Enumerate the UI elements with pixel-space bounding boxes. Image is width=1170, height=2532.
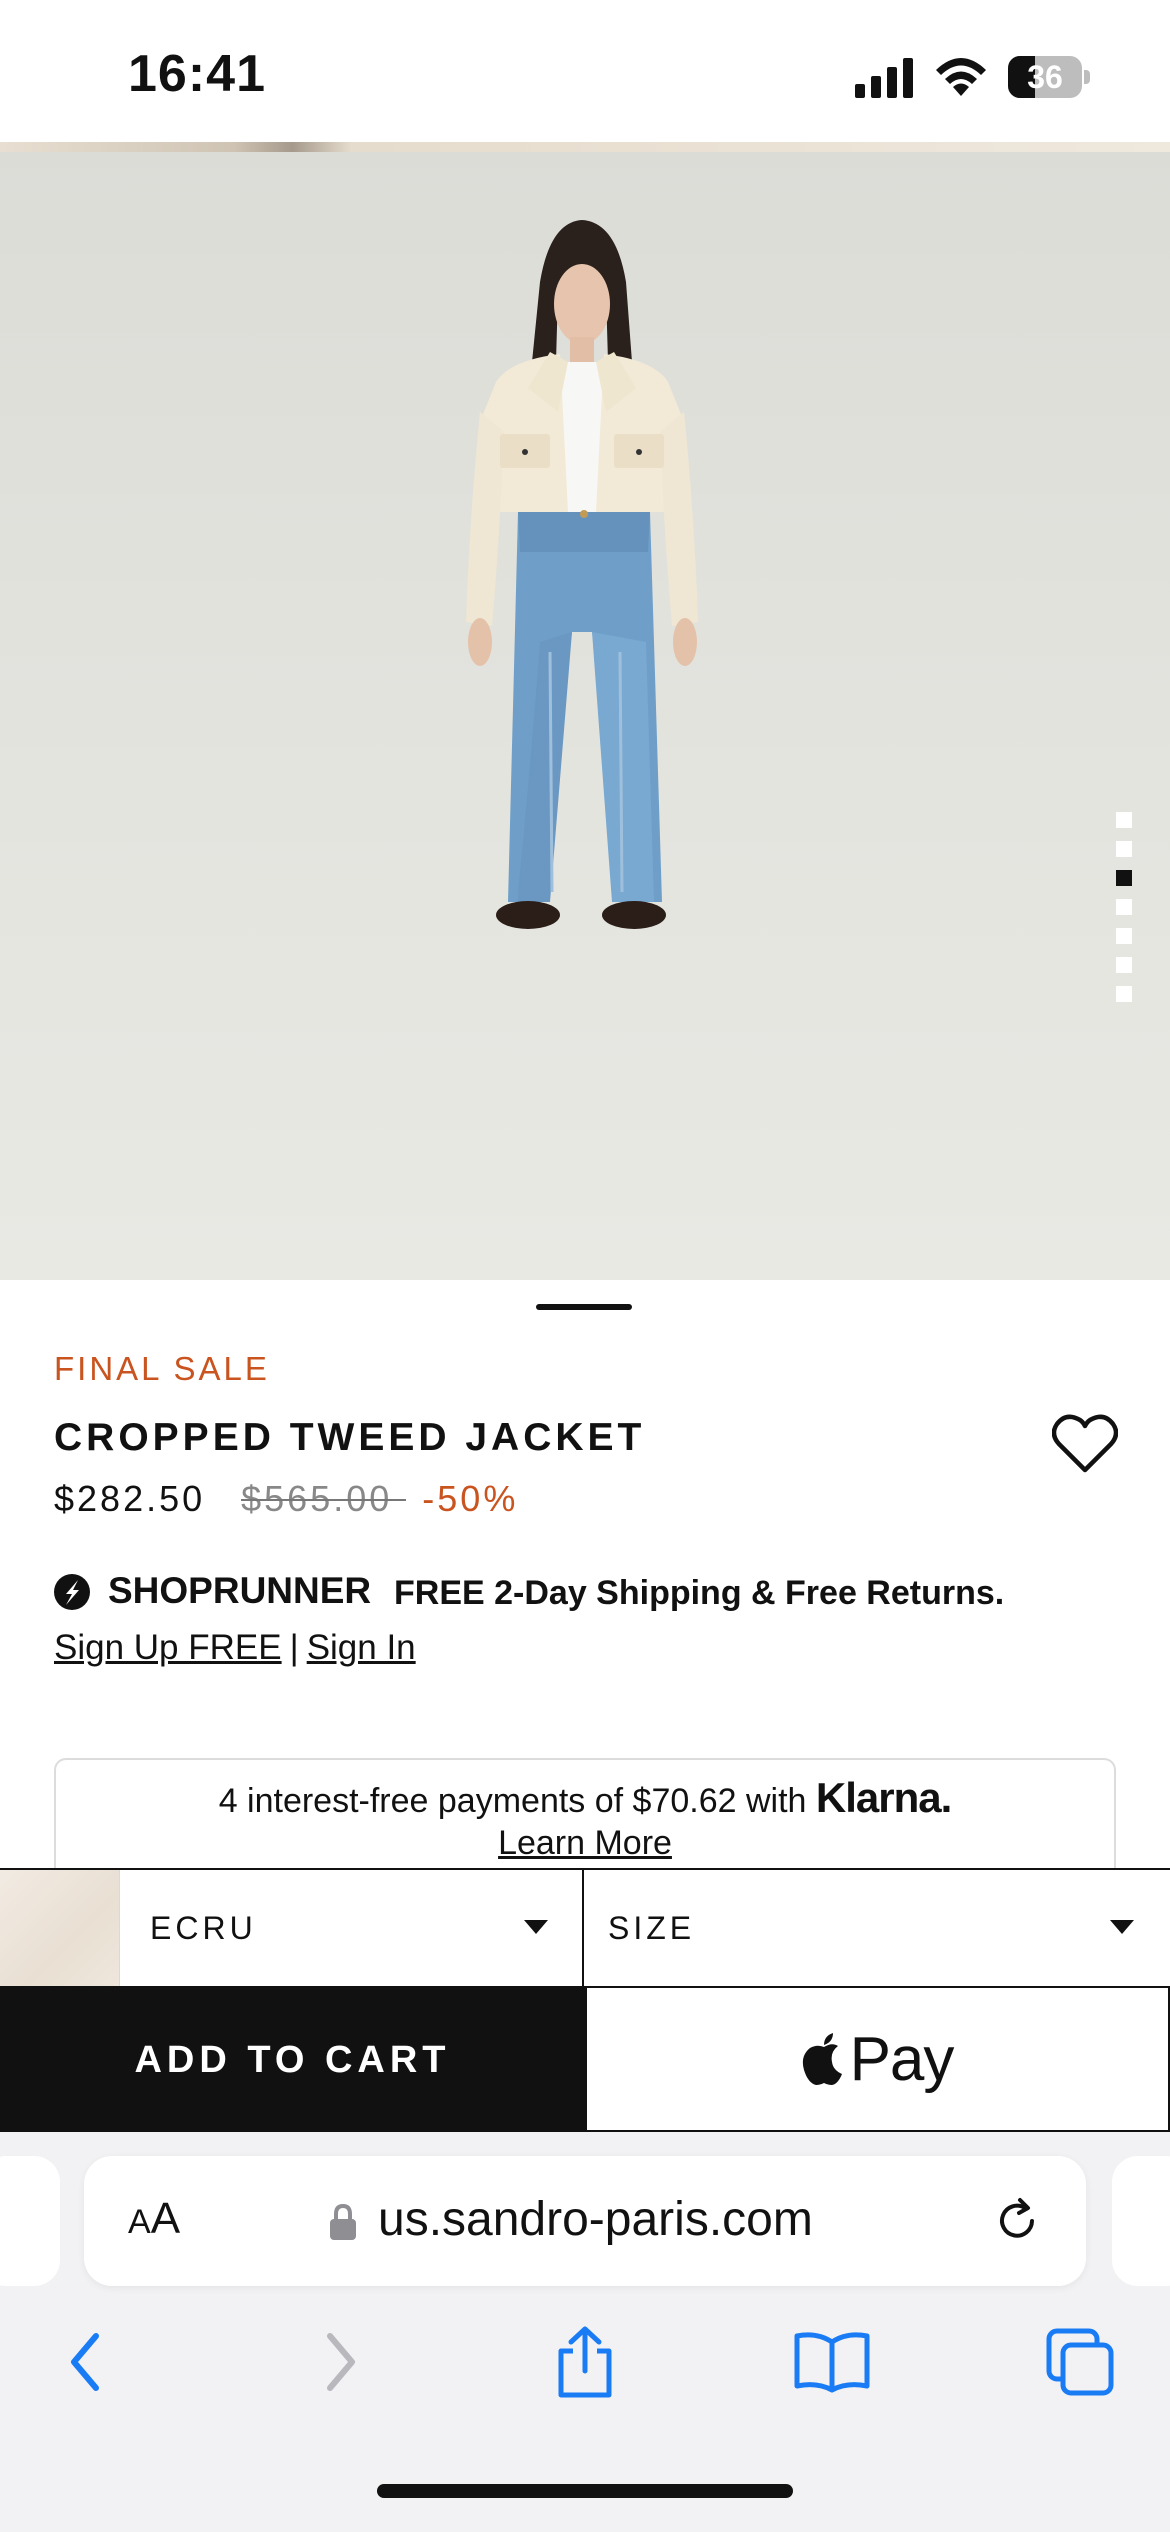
browser-chrome: AA us.sandro-paris.com [0,2132,1170,2532]
status-bar: 16:41 36 [0,0,1170,142]
lock-icon [330,2203,356,2240]
battery-icon: 36 [1008,56,1090,98]
price-row: $282.50 $565.00 -50% [54,1478,518,1524]
back-button[interactable] [46,2322,126,2402]
size-value: SIZE [608,1910,696,1946]
reload-icon[interactable] [992,2196,1042,2246]
model-photo [466,220,698,929]
gallery-dot[interactable] [1116,957,1132,973]
sale-price: $282.50 [54,1478,206,1519]
klarna-learn-more-link[interactable]: Learn More [56,1824,1114,1863]
address-bar[interactable]: AA us.sandro-paris.com [84,2156,1086,2286]
product-image[interactable] [0,142,1170,1280]
color-swatch [0,1870,120,1986]
share-button[interactable] [545,2322,625,2402]
next-tab-edge[interactable] [1112,2156,1170,2286]
color-dropdown[interactable]: ECRU [0,1870,584,1986]
signal-icon [855,58,913,98]
klarna-message: 4 interest-free payments of $70.62 with … [56,1774,1114,1822]
wifi-icon [936,58,986,96]
link-separator: | [289,1628,299,1667]
klarna-logo: Klarna. [815,1774,952,1821]
url-text: us.sandro-paris.com [378,2193,813,2246]
reader-settings-button[interactable]: AA [128,2194,180,2244]
gallery-dot[interactable] [1116,812,1132,828]
chevron-down-icon [1110,1920,1134,1934]
final-sale-label: FINAL SALE [54,1350,270,1387]
tabs-icon [1046,2328,1114,2396]
tabs-button[interactable] [1040,2322,1120,2402]
gallery-dot[interactable] [1116,870,1132,886]
status-time: 16:41 [128,45,266,103]
color-value: ECRU [150,1910,257,1946]
back-icon [71,2333,99,2391]
chevron-down-icon [524,1920,548,1934]
gallery-dot[interactable] [1116,928,1132,944]
previous-image-edge [0,142,1170,152]
previous-tab-edge[interactable] [0,2156,60,2286]
discount-badge: -50% [422,1478,519,1519]
apple-pay-label: Pay [849,2024,955,2094]
klarna-banner: 4 interest-free payments of $70.62 with … [54,1758,1116,1868]
add-to-cart-button[interactable]: ADD TO CART [0,1988,585,2132]
sign-up-link[interactable]: Sign Up FREE [54,1628,282,1667]
heart-icon[interactable] [1052,1412,1118,1474]
apple-logo-icon [802,2033,842,2085]
shoprunner-links: Sign Up FREE | Sign In [54,1628,416,1668]
forward-button[interactable] [300,2322,380,2402]
klarna-text: 4 interest-free payments of $70.62 with [218,1782,807,1820]
shoprunner-logo-icon [54,1574,90,1610]
apple-pay-button[interactable]: Pay [585,1988,1170,2132]
battery-level: 36 [1027,59,1063,95]
bookmarks-button[interactable] [792,2322,872,2402]
original-price: $565.00 [241,1478,393,1519]
home-indicator[interactable] [377,2484,793,2498]
gallery-dot[interactable] [1116,986,1132,1002]
shoprunner-brand: SHOPRUNNER [108,1570,372,1611]
image-pagination[interactable] [1116,812,1132,1012]
forward-icon [327,2333,355,2391]
shoprunner-offer: FREE 2-Day Shipping & Free Returns. [394,1574,1005,1612]
gallery-dot[interactable] [1116,841,1132,857]
size-dropdown[interactable]: SIZE [586,1870,1170,1986]
sheet-handle[interactable] [536,1304,632,1310]
gallery-dot[interactable] [1116,899,1132,915]
sign-in-link[interactable]: Sign In [307,1628,416,1667]
product-title: CROPPED TWEED JACKET [54,1416,646,1459]
bookmarks-icon [794,2332,870,2393]
browser-toolbar [0,2322,1170,2442]
variant-selectors: ECRU SIZE [0,1868,1170,1988]
share-icon [558,2326,612,2398]
